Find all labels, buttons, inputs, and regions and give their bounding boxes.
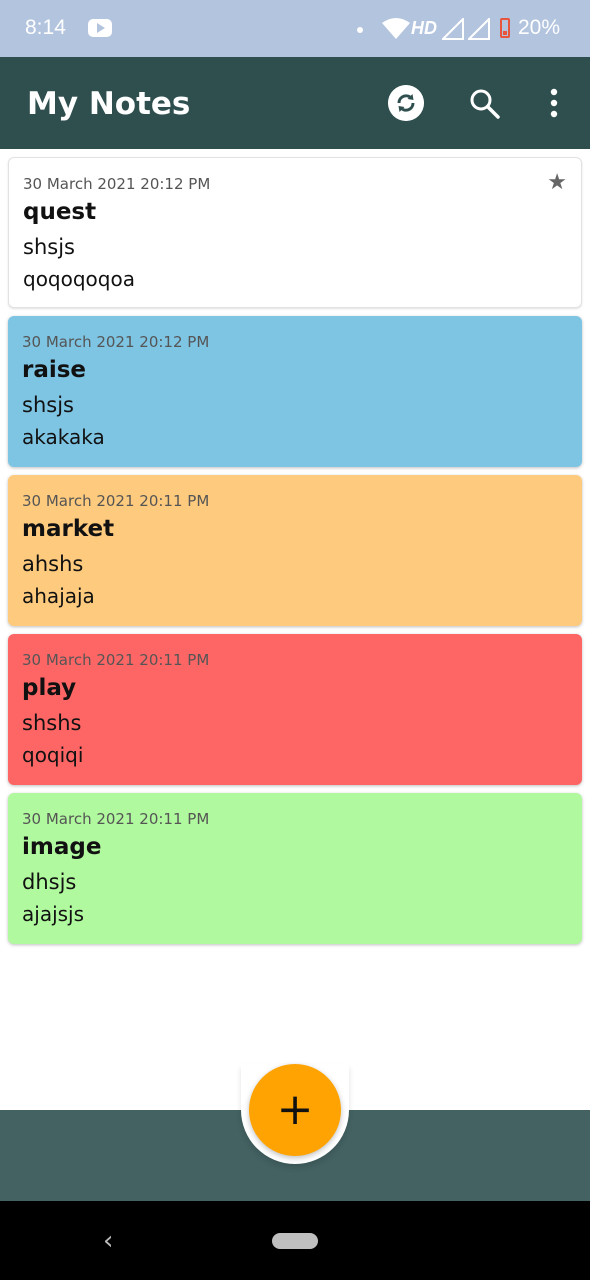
signal-icon [442, 18, 464, 40]
note-text: ahajaja [22, 584, 95, 608]
note-title: image [22, 834, 102, 860]
note-date: 30 March 2021 20:11 PM [22, 651, 210, 669]
wifi-icon [382, 18, 410, 39]
notes-list: 30 March 2021 20:12 PM quest shsjs qoqoq… [8, 157, 582, 952]
more-vert-icon[interactable] [536, 85, 572, 121]
note-title: play [22, 675, 77, 701]
note-subtitle: ahshs [22, 552, 84, 576]
note-card[interactable]: 30 March 2021 20:11 PM play shshs qoqiqi [8, 634, 582, 785]
note-title: quest [23, 199, 97, 225]
note-date: 30 March 2021 20:11 PM [22, 810, 210, 828]
note-date: 30 March 2021 20:12 PM [23, 175, 211, 193]
status-bar: 8:14 HD 20% [0, 0, 590, 57]
note-title: market [22, 516, 115, 542]
signal-icon-2 [468, 18, 490, 40]
back-icon[interactable]: ‹ [103, 1226, 113, 1256]
note-date: 30 March 2021 20:11 PM [22, 492, 210, 510]
search-icon[interactable] [467, 86, 501, 120]
note-card[interactable]: 30 March 2021 20:12 PM raise shsjs akaka… [8, 316, 582, 467]
battery-percentage: 20% [518, 16, 561, 39]
note-card[interactable]: 30 March 2021 20:11 PM market ahshs ahaj… [8, 475, 582, 626]
note-card[interactable]: 30 March 2021 20:12 PM quest shsjs qoqoq… [8, 157, 582, 308]
notification-dot-icon [357, 27, 363, 33]
note-subtitle: dhsjs [22, 870, 77, 894]
star-icon[interactable]: ★ [547, 170, 567, 195]
sync-icon[interactable] [388, 85, 424, 121]
system-navigation-bar: ‹ [0, 1201, 590, 1280]
note-title: raise [22, 357, 87, 383]
note-date: 30 March 2021 20:12 PM [22, 333, 210, 351]
note-text: akakaka [22, 425, 105, 449]
network-type-label: HD [411, 18, 437, 38]
youtube-notification-icon [88, 19, 112, 37]
status-time: 8:14 [25, 16, 66, 39]
note-text: qoqoqoqoa [23, 267, 135, 291]
home-pill-icon[interactable] [272, 1233, 318, 1249]
page-title: My Notes [27, 86, 191, 122]
add-note-button[interactable]: + [249, 1064, 341, 1156]
note-text: qoqiqi [22, 743, 84, 767]
note-subtitle: shshs [22, 711, 82, 735]
note-subtitle: shsjs [23, 235, 75, 259]
note-text: ajajsjs [22, 902, 85, 926]
app-bar: My Notes [0, 57, 590, 149]
battery-icon [500, 18, 510, 38]
note-subtitle: shsjs [22, 393, 74, 417]
note-card[interactable]: 30 March 2021 20:11 PM image dhsjs ajajs… [8, 793, 582, 944]
